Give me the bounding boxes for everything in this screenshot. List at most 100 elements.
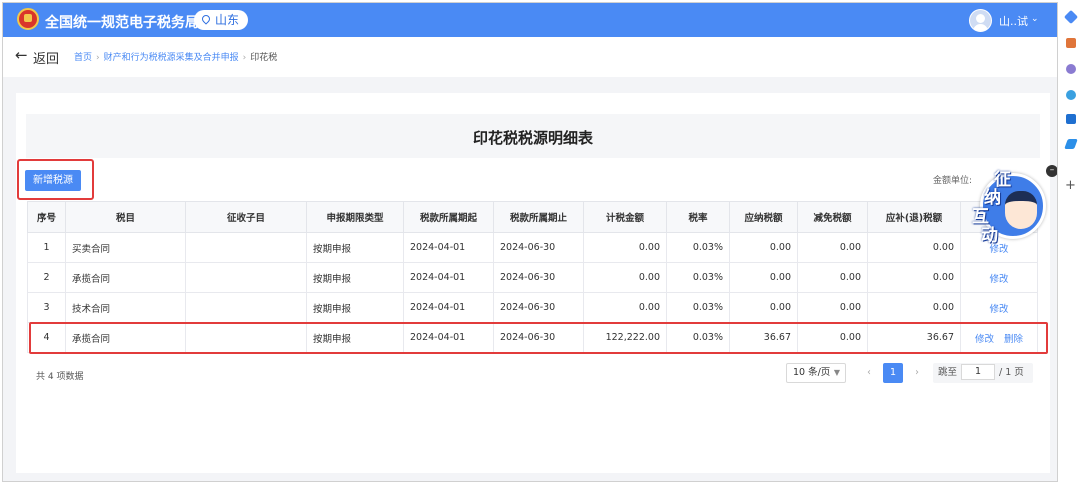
col-header: 应纳税额 bbox=[729, 201, 798, 233]
amount-unit-label: 金额单位: bbox=[933, 176, 973, 186]
page-size-select[interactable]: 10 条/页 ▼ bbox=[786, 363, 846, 383]
col-header: 税款所属期止 bbox=[493, 201, 584, 233]
pencil-icon[interactable] bbox=[1063, 9, 1079, 25]
col-header: 税率 bbox=[666, 201, 730, 233]
user-avatar-icon[interactable] bbox=[969, 9, 992, 32]
col-header: 税目 bbox=[65, 201, 186, 233]
breadcrumb-home[interactable]: 首页 bbox=[74, 53, 92, 63]
cell-due: 0.00 bbox=[867, 292, 961, 323]
breadcrumb-separator: › bbox=[242, 53, 247, 63]
table-header-row: 序号 税目 征收子目 申报期限类型 税款所属期起 税款所属期止 计税金额 税率 … bbox=[27, 201, 1038, 233]
chevron-down-icon: ▼ bbox=[833, 368, 840, 377]
cell-ops: 修改 bbox=[960, 262, 1038, 293]
mascot-avatar-icon bbox=[1005, 191, 1037, 229]
table-row: 2 承揽合同 按期申报 2024-04-01 2024-06-30 0.00 0… bbox=[27, 262, 1038, 293]
page-title: 印花税税源明细表 bbox=[472, 129, 593, 147]
cell-item: 买卖合同 bbox=[65, 232, 186, 263]
region-label: 山东 bbox=[215, 13, 240, 27]
app-title: 全国统一规范电子税务局 bbox=[45, 15, 199, 31]
cell-period-type: 按期申报 bbox=[306, 232, 404, 263]
page-total: / 1 页 bbox=[999, 367, 1024, 378]
add-icon[interactable]: + bbox=[1065, 178, 1076, 193]
title-band: 印花税税源明细表 bbox=[26, 114, 1040, 158]
user-name[interactable]: 山..试 bbox=[999, 13, 1028, 29]
back-button[interactable]: 返回 bbox=[33, 48, 59, 67]
cell-start: 2024-04-01 bbox=[403, 292, 494, 323]
edit-link[interactable]: 修改 bbox=[989, 274, 1008, 285]
cell-payable: 0.00 bbox=[729, 292, 798, 323]
chevron-down-icon[interactable]: ⌄ bbox=[1031, 14, 1039, 24]
interaction-mascot-widget[interactable]: 征 纳 互 动 – bbox=[972, 165, 1057, 246]
cell-payable: 0.00 bbox=[729, 262, 798, 293]
col-header: 应补(退)税额 bbox=[867, 201, 961, 233]
cell-item: 技术合同 bbox=[65, 292, 186, 323]
cell-due: 0.00 bbox=[867, 262, 961, 293]
cell-amount: 0.00 bbox=[583, 262, 667, 293]
back-arrow-icon[interactable]: ← bbox=[15, 46, 28, 64]
highlight-box-row-4 bbox=[29, 322, 1048, 354]
chevron-right-icon[interactable]: › bbox=[911, 363, 923, 383]
cell-amount: 0.00 bbox=[583, 292, 667, 323]
col-header: 序号 bbox=[27, 201, 66, 233]
cell-period-type: 按期申报 bbox=[306, 262, 404, 293]
cell-sub bbox=[185, 232, 307, 263]
col-header: 征收子目 bbox=[185, 201, 307, 233]
edit-link[interactable]: 修改 bbox=[989, 304, 1008, 315]
cell-rate: 0.03% bbox=[666, 232, 730, 263]
cell-reduced: 0.00 bbox=[797, 232, 868, 263]
page-jump: 跳至 1/ 1 页 bbox=[933, 363, 1033, 383]
top-bar: 全国统一规范电子税务局 山东 山..试 ⌄ bbox=[3, 3, 1057, 37]
app-window: 全国统一规范电子税务局 山东 山..试 ⌄ ← 返回 首页 › 财产和行为税税源采集… bbox=[2, 2, 1058, 482]
cell-amount: 0.00 bbox=[583, 232, 667, 263]
col-header: 税款所属期起 bbox=[403, 201, 494, 233]
table-row: 3 技术合同 按期申报 2024-04-01 2024-06-30 0.00 0… bbox=[27, 292, 1038, 323]
cell-period-type: 按期申报 bbox=[306, 292, 404, 323]
chevron-left-icon[interactable]: ‹ bbox=[863, 363, 875, 383]
page-size-value: 10 条/页 bbox=[793, 367, 831, 378]
jump-input[interactable]: 1 bbox=[961, 364, 996, 380]
cell-start: 2024-04-01 bbox=[403, 232, 494, 263]
col-header: 计税金额 bbox=[583, 201, 667, 233]
right-tool-strip: + bbox=[1061, 0, 1080, 484]
add-tax-source-button[interactable]: 新增税源 bbox=[25, 170, 81, 191]
send-icon[interactable] bbox=[1064, 139, 1078, 149]
briefcase-icon[interactable] bbox=[1066, 38, 1076, 48]
table-row: 1 买卖合同 按期申报 2024-04-01 2024-06-30 0.00 0… bbox=[27, 232, 1038, 263]
cell-no: 2 bbox=[27, 262, 66, 293]
col-header: 减免税额 bbox=[797, 201, 868, 233]
cell-end: 2024-06-30 bbox=[493, 262, 584, 293]
cell-ops: 修改 bbox=[960, 292, 1038, 323]
col-header: 申报期限类型 bbox=[306, 201, 404, 233]
cell-reduced: 0.00 bbox=[797, 292, 868, 323]
page-number-current[interactable]: 1 bbox=[883, 363, 903, 383]
jump-label: 跳至 bbox=[938, 367, 958, 378]
cell-due: 0.00 bbox=[867, 232, 961, 263]
nav-row: ← 返回 首页 › 财产和行为税税源采集及合并申报 › 印花税 bbox=[3, 37, 1057, 77]
cell-sub bbox=[185, 262, 307, 293]
cell-payable: 0.00 bbox=[729, 232, 798, 263]
close-icon[interactable]: – bbox=[1046, 165, 1057, 177]
location-pin-icon bbox=[200, 13, 212, 25]
breadcrumb: 首页 › 财产和行为税税源采集及合并申报 › 印花税 bbox=[74, 50, 277, 63]
cell-reduced: 0.00 bbox=[797, 262, 868, 293]
mascot-char: 动 bbox=[981, 226, 998, 246]
cell-end: 2024-06-30 bbox=[493, 232, 584, 263]
cell-start: 2024-04-01 bbox=[403, 262, 494, 293]
gear-icon[interactable] bbox=[1066, 90, 1076, 100]
breadcrumb-separator: › bbox=[96, 53, 100, 63]
total-count: 共 4 项数据 bbox=[36, 372, 84, 382]
cell-no: 3 bbox=[27, 292, 66, 323]
main-panel: 印花税税源明细表 新增税源 金额单位: 序号 税目 征收子目 申报期限类型 税款… bbox=[16, 93, 1050, 473]
region-selector[interactable]: 山东 bbox=[194, 10, 249, 30]
cell-end: 2024-06-30 bbox=[493, 292, 584, 323]
breadcrumb-current: 印花税 bbox=[250, 53, 278, 63]
cell-rate: 0.03% bbox=[666, 262, 730, 293]
cell-sub bbox=[185, 292, 307, 323]
cell-item: 承揽合同 bbox=[65, 262, 186, 293]
tax-emblem-icon bbox=[17, 8, 39, 30]
people-icon[interactable] bbox=[1066, 64, 1076, 74]
cell-no: 1 bbox=[27, 232, 66, 263]
outlook-icon[interactable] bbox=[1066, 114, 1076, 124]
cell-rate: 0.03% bbox=[666, 292, 730, 323]
breadcrumb-property-tax[interactable]: 财产和行为税税源采集及合并申报 bbox=[104, 53, 239, 63]
